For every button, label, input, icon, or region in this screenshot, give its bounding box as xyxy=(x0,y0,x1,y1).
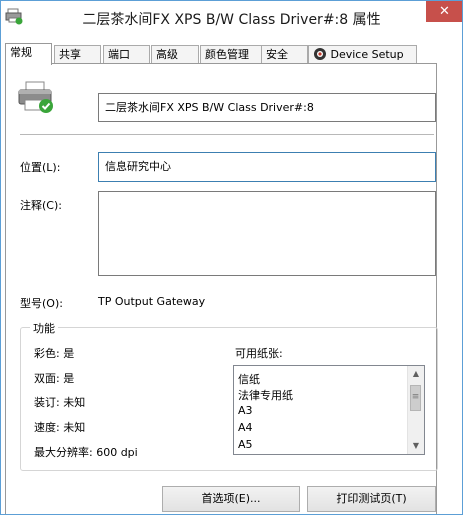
speed-feature: 速度: 未知 xyxy=(34,421,86,434)
scroll-thumb[interactable]: ≡ xyxy=(410,385,421,411)
window-title: 二层茶水间FX XPS B/W Class Driver#:8 属性 xyxy=(82,12,381,28)
paper-sizes-listbox[interactable]: 信纸 法律专用纸 A3 A4 A5 ▲ ≡ ▼ xyxy=(233,365,425,455)
resolution-feature: 最大分辨率: 600 dpi xyxy=(34,446,138,459)
scroll-down-icon[interactable]: ▼ xyxy=(408,438,424,454)
vertical-scrollbar[interactable]: ▲ ≡ ▼ xyxy=(407,366,424,454)
preferences-button[interactable]: 首选项(E)... xyxy=(162,486,300,512)
tab-ports[interactable]: 端口 xyxy=(103,45,150,64)
tab-device-setup-label: Device Setup xyxy=(330,48,404,61)
printer-icon xyxy=(18,81,53,113)
title-bar[interactable]: 二层茶水间FX XPS B/W Class Driver#:8 属性 ✕ xyxy=(1,1,462,37)
print-test-page-button[interactable]: 打印测试页(T) xyxy=(307,486,436,512)
comment-textarea[interactable] xyxy=(98,191,436,276)
model-label: 型号(O): xyxy=(20,297,63,310)
list-item[interactable]: A5 xyxy=(238,438,253,451)
tab-sharing[interactable]: 共享 xyxy=(54,45,101,64)
features-title: 功能 xyxy=(30,320,58,336)
color-feature: 彩色: 是 xyxy=(34,347,75,360)
location-value: 信息研究中心 xyxy=(105,160,171,173)
location-label: 位置(L): xyxy=(20,161,61,174)
printer-name-value: 二层茶水间FX XPS B/W Class Driver#:8 xyxy=(105,101,314,114)
list-item[interactable]: 法律专用纸 xyxy=(238,387,293,403)
list-item[interactable]: 信纸 xyxy=(238,371,260,387)
paper-sizes-label: 可用纸张: xyxy=(235,347,283,360)
model-value: TP Output Gateway xyxy=(98,295,206,308)
general-tab-panel: 二层茶水间FX XPS B/W Class Driver#:8 位置(L): 信… xyxy=(5,63,438,514)
printer-name-field[interactable]: 二层茶水间FX XPS B/W Class Driver#:8 xyxy=(98,93,436,122)
scroll-up-icon[interactable]: ▲ xyxy=(408,366,424,382)
list-item[interactable]: A4 xyxy=(238,421,253,434)
tab-color-management[interactable]: 颜色管理 xyxy=(200,45,262,64)
staple-feature: 装订: 未知 xyxy=(34,396,86,409)
location-field[interactable]: 信息研究中心 xyxy=(98,152,436,182)
comment-label: 注释(C): xyxy=(20,199,62,212)
separator xyxy=(20,134,434,135)
gear-icon xyxy=(314,48,326,60)
tab-security[interactable]: 安全 xyxy=(261,45,308,64)
list-item[interactable]: A3 xyxy=(238,404,253,417)
tab-general[interactable]: 常规 xyxy=(5,43,52,65)
properties-dialog: 二层茶水间FX XPS B/W Class Driver#:8 属性 ✕ 常规 … xyxy=(0,0,463,515)
duplex-feature: 双面: 是 xyxy=(34,372,75,385)
tab-device-setup[interactable]: Device Setup xyxy=(308,45,417,64)
close-button[interactable]: ✕ xyxy=(426,1,462,22)
tab-advanced[interactable]: 高级 xyxy=(151,45,199,64)
